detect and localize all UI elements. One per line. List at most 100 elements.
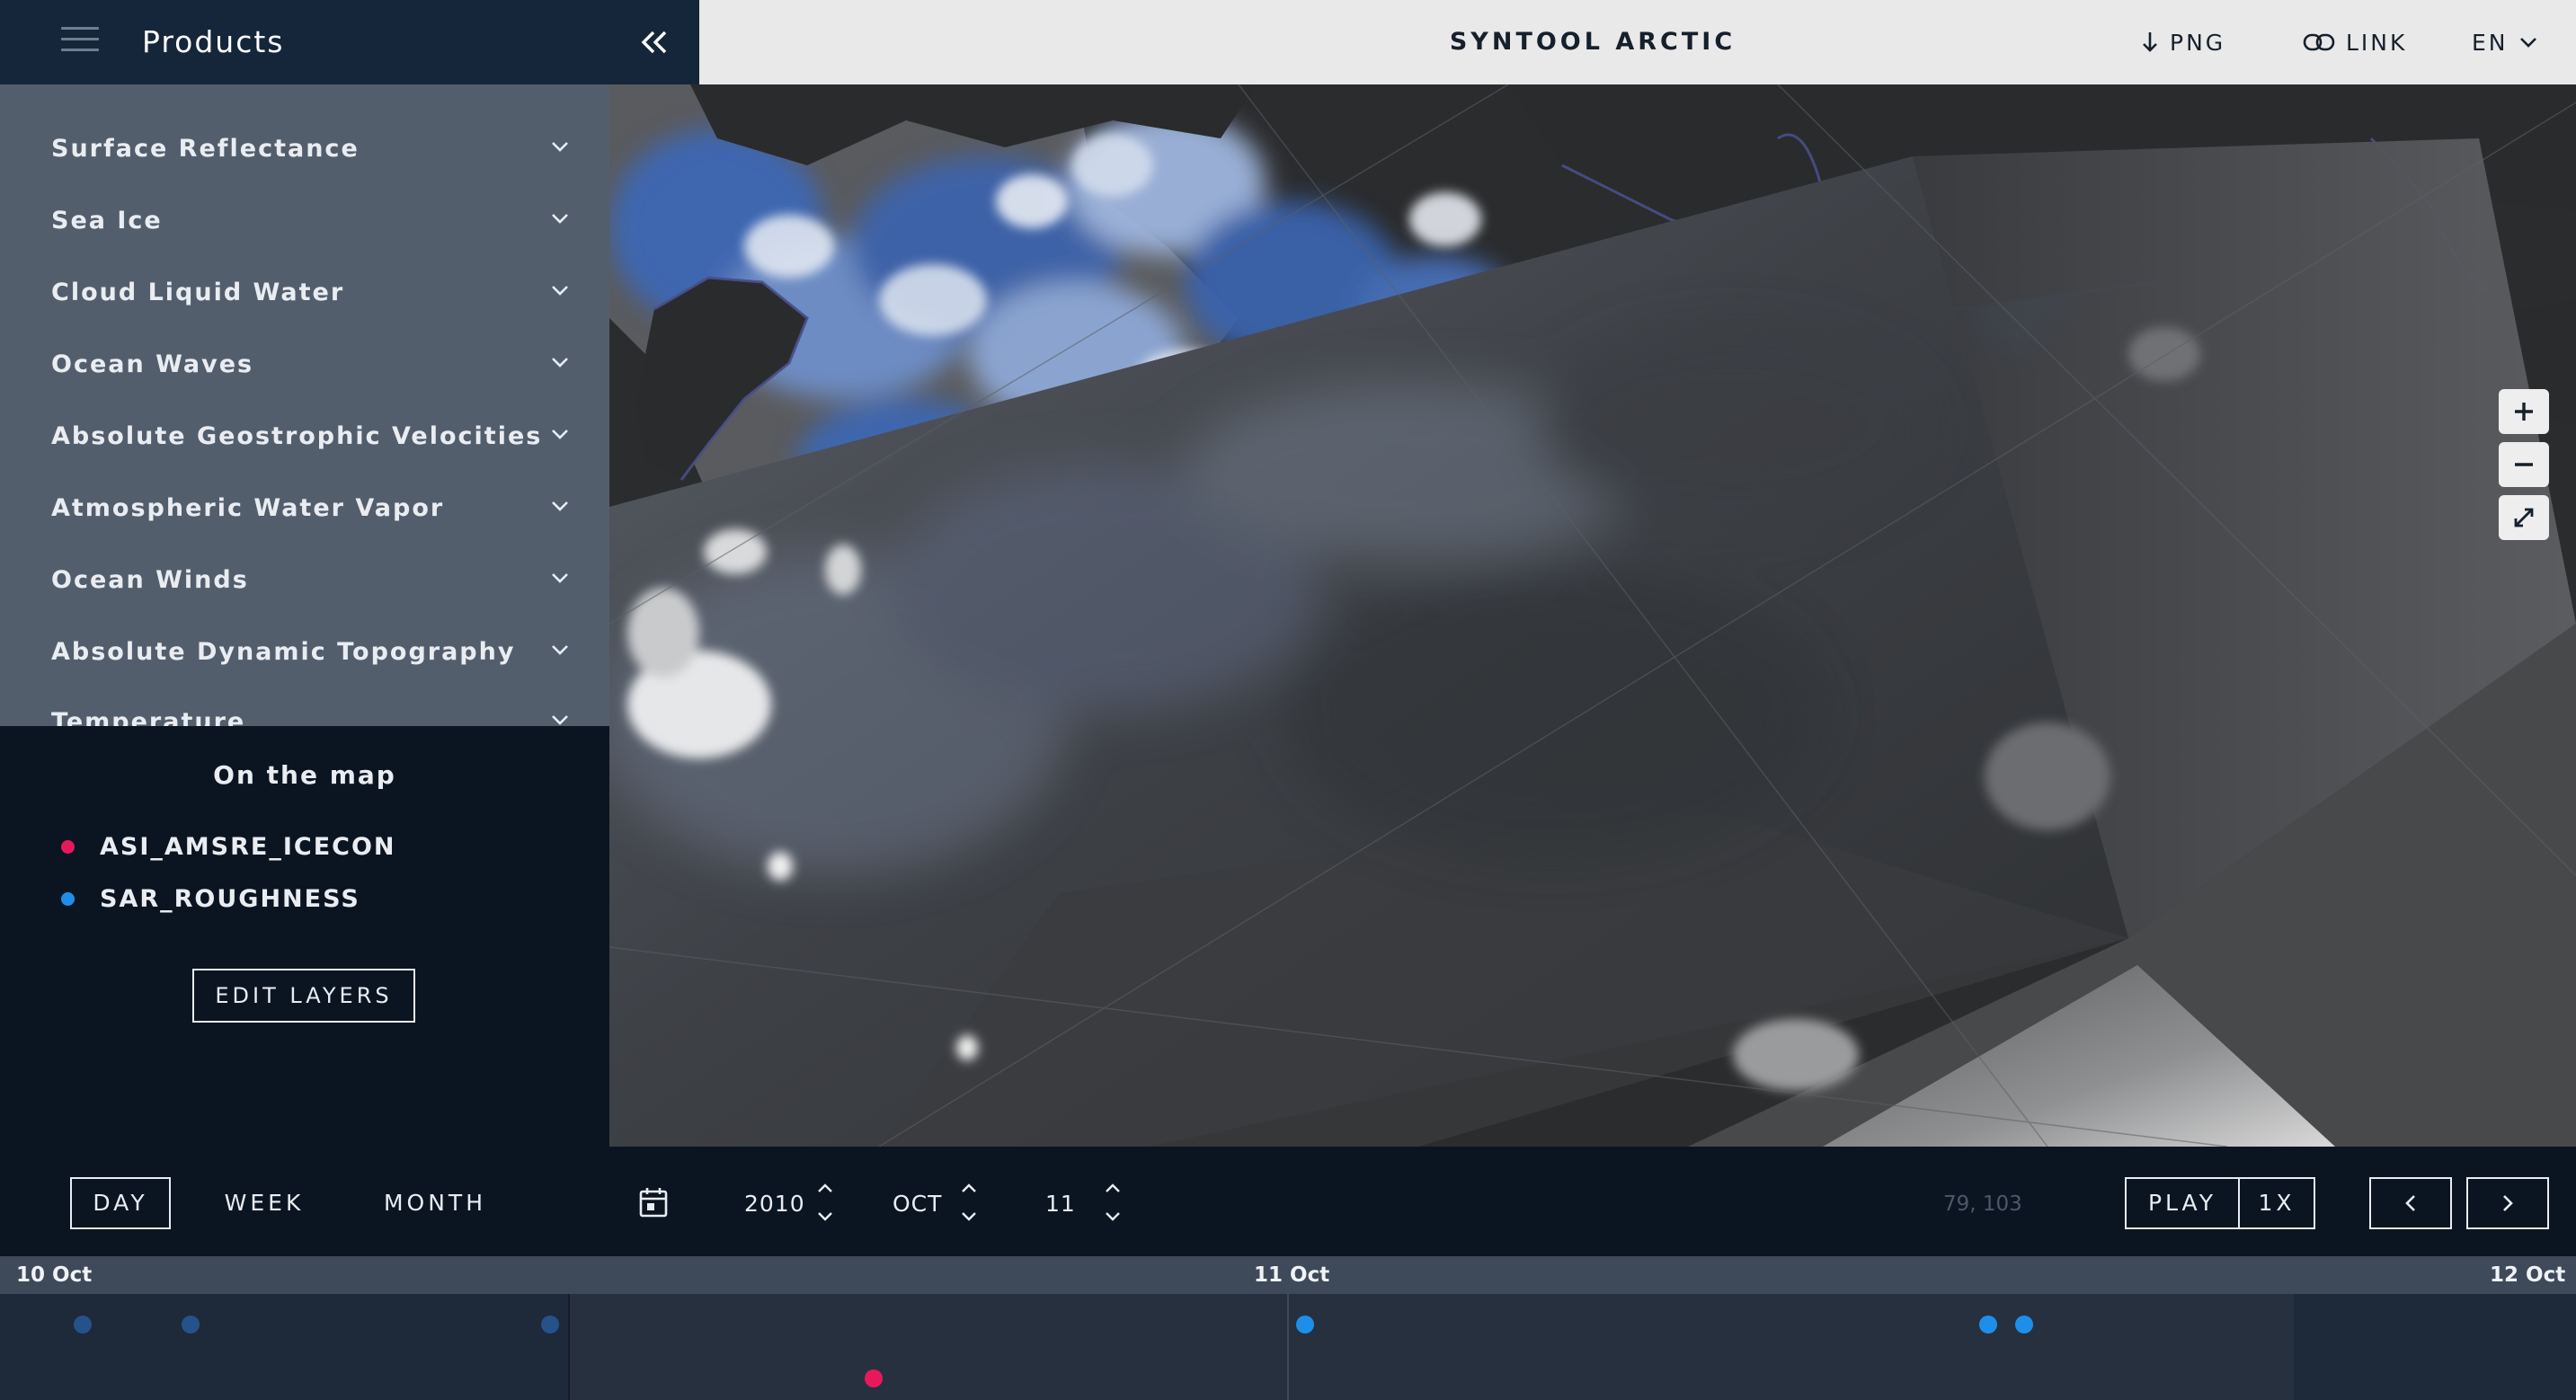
map-view[interactable] [609, 84, 2576, 1147]
timeline-event-dot[interactable] [74, 1316, 92, 1334]
period-week-button[interactable]: WEEK [214, 1177, 315, 1229]
calendar-icon[interactable] [638, 1186, 669, 1222]
timeline-axis[interactable]: 10 Oct 11 Oct 12 Oct [0, 1256, 2576, 1294]
time-controls: DAY WEEK MONTH 2010 OCT 11 79, 103 PLAY … [0, 1147, 2576, 1256]
product-item-ocean-winds[interactable]: Ocean Winds [0, 545, 609, 616]
period-month-button[interactable]: MONTH [372, 1177, 498, 1229]
month-stepper[interactable] [955, 1174, 982, 1231]
chevron-down-icon [552, 715, 568, 725]
chevron-down-icon [552, 573, 568, 583]
product-item-absolute-geostrophic-velocities[interactable]: Absolute Geostrophic Velocities [0, 401, 609, 473]
map-canvas[interactable] [609, 84, 2576, 1147]
chevron-up-icon[interactable] [955, 1174, 982, 1202]
chevron-down-icon[interactable] [812, 1202, 839, 1231]
play-button[interactable]: PLAY [2127, 1179, 2240, 1227]
product-item-sea-ice[interactable]: Sea Ice [0, 185, 609, 257]
layer-color-dot [61, 891, 75, 906]
collapse-sidebar-button[interactable] [609, 0, 699, 84]
timeline-event-dot[interactable] [182, 1316, 200, 1334]
timeline-segment-future [2294, 1294, 2576, 1400]
timeline-event-dot[interactable] [2015, 1316, 2033, 1334]
product-label: Absolute Geostrophic Velocities [51, 422, 543, 450]
timeline-track[interactable] [0, 1294, 2576, 1400]
top-bar: SYNTOOL ARCTIC PNG LINK EN [609, 0, 2576, 84]
day-field[interactable]: 11 [1045, 1179, 1076, 1229]
timeline-label-start: 10 Oct [16, 1263, 93, 1287]
chevron-down-icon [552, 430, 568, 439]
product-label: Sea Ice [51, 207, 163, 235]
double-chevron-left-icon [641, 31, 667, 54]
fullscreen-icon [2514, 508, 2534, 527]
year-field[interactable]: 2010 [744, 1179, 805, 1229]
sidebar-title: Products [142, 24, 285, 59]
language-select[interactable]: EN [2472, 0, 2537, 84]
timeline-segment-past [0, 1294, 568, 1400]
timeline-label-end: 12 Oct [2490, 1263, 2566, 1287]
month-field[interactable]: OCT [893, 1179, 942, 1229]
link-button[interactable]: LINK [2303, 0, 2407, 84]
link-label: LINK [2346, 29, 2408, 56]
timeline-segment-current [1287, 1294, 2294, 1400]
sidebar-header: Products [0, 0, 609, 84]
chevron-down-icon [552, 286, 568, 296]
app-title: SYNTOOL ARCTIC [1449, 28, 1737, 56]
product-item-temperature[interactable]: Temperature [0, 687, 609, 726]
product-item-ocean-waves[interactable]: Ocean Waves [0, 329, 609, 401]
layer-item-asi-amsre-icecon[interactable]: ASI_AMSRE_ICECON [61, 828, 396, 864]
timeline-event-dot[interactable] [541, 1316, 559, 1334]
next-button[interactable] [2466, 1177, 2549, 1229]
layer-label: SAR_ROUGHNESS [100, 884, 360, 913]
export-png-label: PNG [2170, 29, 2226, 56]
timeline-event-dot[interactable] [1979, 1316, 1997, 1334]
playback-controls: PLAY 1X [2125, 1177, 2315, 1229]
product-item-surface-reflectance[interactable]: Surface Reflectance [0, 113, 609, 185]
chevron-down-icon [552, 214, 568, 224]
product-label: Atmospheric Water Vapor [51, 494, 445, 522]
zoom-in-button[interactable] [2499, 389, 2549, 434]
link-icon [2303, 33, 2335, 51]
export-png-button[interactable]: PNG [2141, 0, 2225, 84]
year-stepper[interactable] [812, 1174, 839, 1231]
minus-icon [2515, 463, 2533, 466]
language-label: EN [2472, 29, 2509, 56]
product-label: Absolute Dynamic Topography [51, 638, 516, 666]
chevron-up-icon[interactable] [1099, 1174, 1126, 1202]
period-day-button[interactable]: DAY [70, 1177, 171, 1229]
chevron-down-icon[interactable] [1099, 1202, 1126, 1231]
zoom-out-button[interactable] [2499, 442, 2549, 487]
product-label: Ocean Waves [51, 350, 254, 378]
cursor-coordinates: 79, 103 [1943, 1192, 2022, 1216]
product-label: Surface Reflectance [51, 135, 360, 163]
day-stepper[interactable] [1099, 1174, 1126, 1231]
download-arrow-icon [2143, 32, 2157, 52]
menu-icon[interactable] [61, 27, 99, 56]
fullscreen-button[interactable] [2499, 495, 2549, 540]
product-item-atmospheric-water-vapor[interactable]: Atmospheric Water Vapor [0, 473, 609, 545]
on-the-map-panel: On the map ASI_AMSRE_ICECON SAR_ROUGHNES… [0, 726, 609, 1147]
layer-label: ASI_AMSRE_ICECON [100, 832, 396, 861]
chevron-left-icon [2405, 1195, 2415, 1211]
chevron-down-icon[interactable] [955, 1202, 982, 1231]
product-label: Ocean Winds [51, 566, 249, 594]
layer-item-sar-roughness[interactable]: SAR_ROUGHNESS [61, 881, 360, 917]
chevron-down-icon [552, 142, 568, 152]
chevron-up-icon[interactable] [812, 1174, 839, 1202]
chevron-down-icon [552, 645, 568, 655]
layer-color-dot [61, 839, 75, 854]
product-item-cloud-liquid-water[interactable]: Cloud Liquid Water [0, 257, 609, 329]
on-the-map-title: On the map [213, 760, 396, 790]
chevron-down-icon [552, 501, 568, 511]
products-panel[interactable]: Surface Reflectance Sea Ice Cloud Liquid… [0, 84, 609, 726]
speed-button[interactable]: 1X [2240, 1179, 2314, 1227]
product-label: Temperature [51, 708, 246, 726]
product-item-absolute-dynamic-topography[interactable]: Absolute Dynamic Topography [0, 616, 609, 688]
timeline-label-mid: 11 Oct [1254, 1263, 1330, 1287]
plus-icon [2515, 403, 2533, 421]
timeline-segment [568, 1294, 1287, 1400]
product-label: Cloud Liquid Water [51, 279, 345, 306]
timeline-event-dot[interactable] [1296, 1316, 1314, 1334]
previous-button[interactable] [2369, 1177, 2452, 1229]
edit-layers-button[interactable]: EDIT LAYERS [192, 969, 415, 1023]
chevron-right-icon [2503, 1195, 2513, 1211]
timeline-event-dot[interactable] [865, 1369, 883, 1387]
